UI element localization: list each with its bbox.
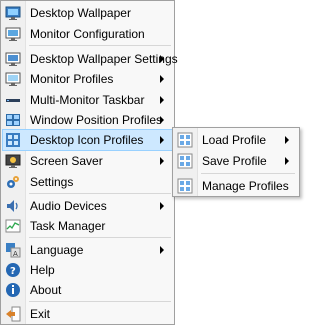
context-menu: Desktop Wallpaper Monitor Configuration …: [0, 0, 178, 325]
submenu-arrow-icon: [160, 246, 164, 254]
menu-separator: [29, 193, 171, 194]
task-manager-icon: [5, 218, 21, 234]
desktop-wallpaper-icon: [5, 5, 21, 21]
speaker-icon: [5, 198, 21, 214]
menu-item-desktop-wallpaper-settings[interactable]: Desktop Wallpaper Settings: [2, 48, 178, 70]
menu-item-monitor-configuration[interactable]: Monitor Configuration: [2, 23, 173, 45]
svg-text:A: A: [13, 250, 18, 258]
screen-saver-icon: [5, 153, 21, 169]
menu-item-help[interactable]: ? Help: [2, 259, 173, 281]
menu-item-monitor-profiles[interactable]: Monitor Profiles: [2, 68, 173, 90]
menu-item-exit[interactable]: Exit: [2, 303, 173, 325]
menu-item-window-position-profiles[interactable]: Window Position Profiles: [2, 109, 173, 131]
submenu-item-save-profile[interactable]: Save Profile: [174, 150, 298, 172]
monitor-icon: [5, 71, 21, 87]
settings-gears-icon: [5, 174, 21, 190]
submenu-item-load-profile[interactable]: Load Profile: [174, 129, 298, 151]
load-profile-icon: [177, 132, 193, 148]
menu-separator: [29, 45, 171, 46]
submenu-arrow-icon: [160, 116, 164, 124]
submenu-arrow-icon: [285, 136, 289, 144]
menu-item-language[interactable]: A Language: [2, 239, 173, 261]
menu-item-about[interactable]: About: [2, 279, 173, 301]
monitor-configuration-icon: [5, 26, 21, 42]
manage-profiles-icon: [177, 178, 193, 194]
svg-text:?: ?: [10, 266, 16, 277]
exit-icon: [5, 306, 21, 322]
menu-item-task-manager[interactable]: Task Manager: [2, 215, 173, 237]
submenu-arrow-icon: [160, 96, 164, 104]
submenu-arrow-icon: [160, 202, 164, 210]
menu-separator: [29, 237, 171, 238]
menu-separator: [29, 301, 171, 302]
info-icon: [5, 282, 21, 298]
submenu-arrow-icon: [160, 55, 164, 63]
wallpaper-settings-icon: [5, 51, 21, 67]
submenu-arrow-icon: [160, 136, 164, 144]
menu-item-settings[interactable]: Settings: [2, 171, 173, 193]
menu-item-desktop-icon-profiles[interactable]: Desktop Icon Profiles: [2, 129, 173, 151]
window-grid-icon: [5, 112, 21, 128]
taskbar-icon: [5, 92, 21, 108]
desktop-icon-profiles-submenu: Load Profile Save Profile Manage Profile…: [172, 127, 300, 197]
submenu-arrow-icon: [285, 157, 289, 165]
submenu-arrow-icon: [160, 157, 164, 165]
menu-item-desktop-wallpaper[interactable]: Desktop Wallpaper: [2, 2, 173, 24]
desktop-icons-icon: [5, 132, 21, 148]
help-icon: ?: [5, 262, 21, 278]
menu-item-screen-saver[interactable]: Screen Saver: [2, 150, 173, 172]
menu-item-multi-monitor-taskbar[interactable]: Multi-Monitor Taskbar: [2, 89, 173, 111]
save-profile-icon: [177, 153, 193, 169]
submenu-item-manage-profiles[interactable]: Manage Profiles: [174, 175, 298, 197]
menu-item-audio-devices[interactable]: Audio Devices: [2, 195, 173, 217]
menu-separator: [201, 173, 295, 174]
language-icon: A: [5, 242, 21, 258]
submenu-arrow-icon: [160, 75, 164, 83]
